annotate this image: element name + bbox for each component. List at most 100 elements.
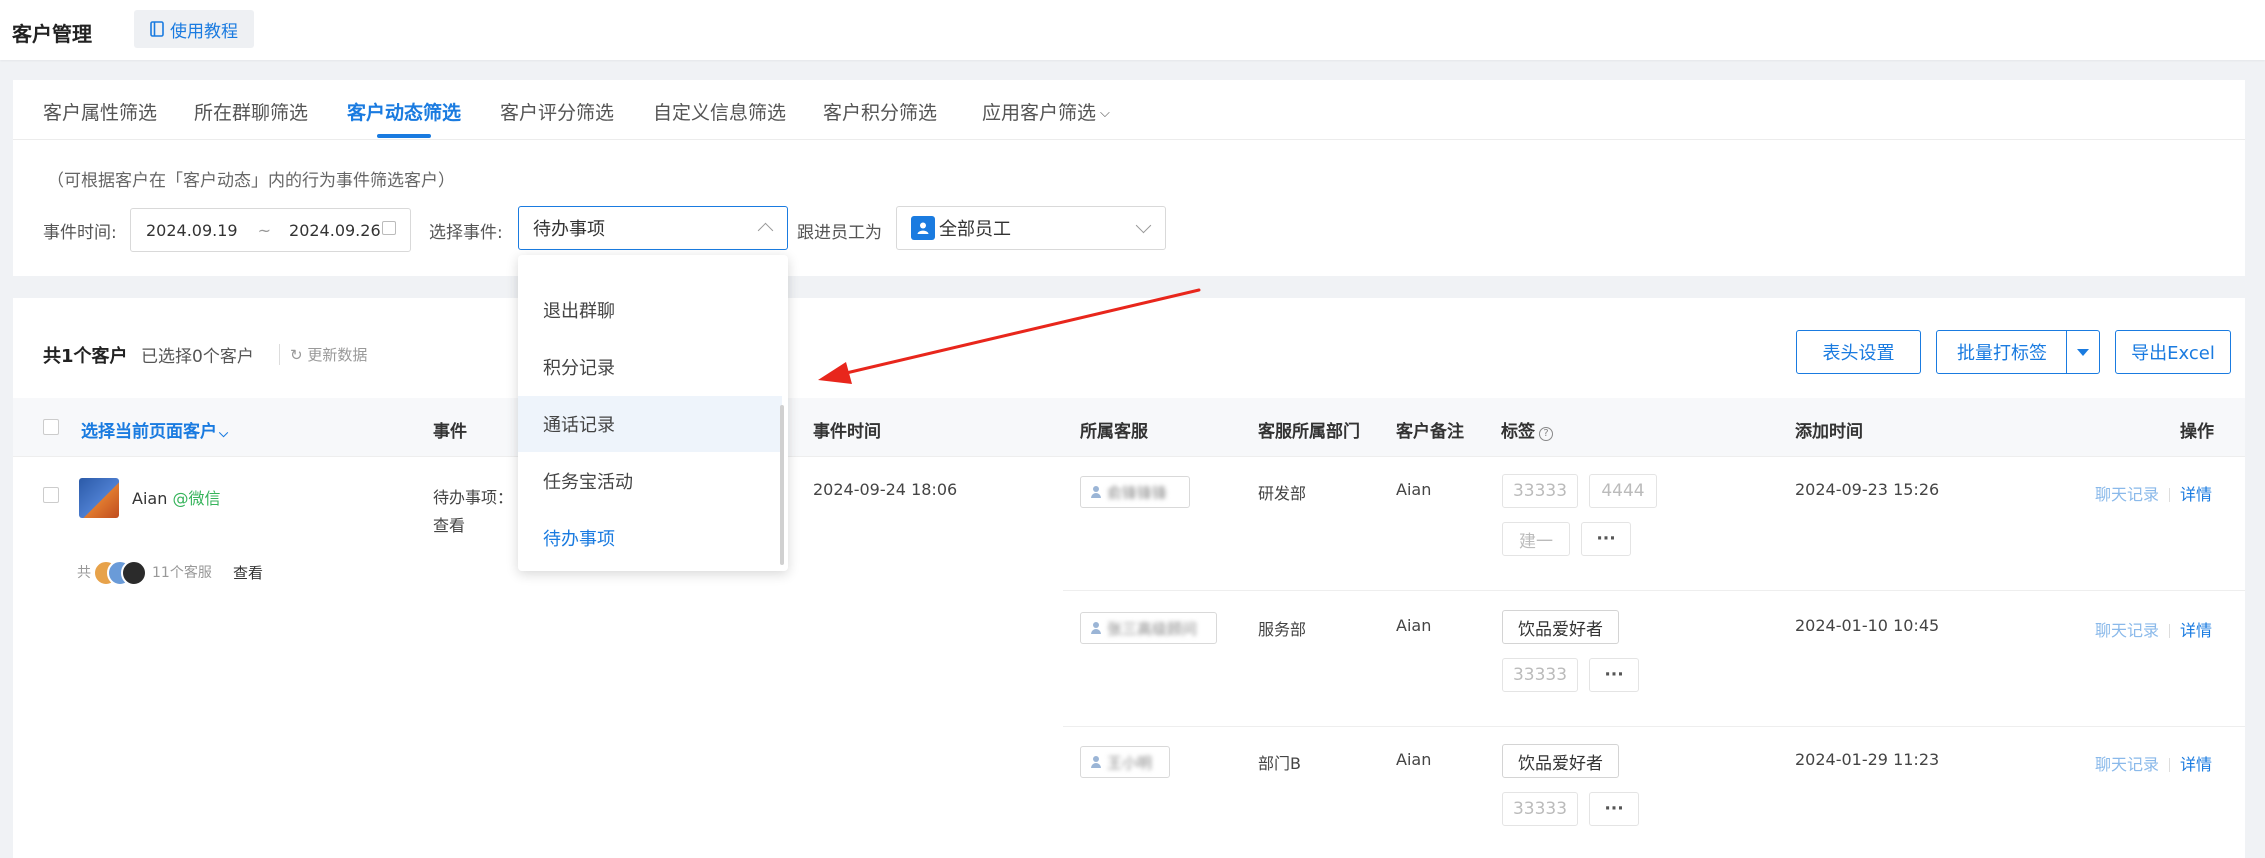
date-separator: ~ bbox=[257, 220, 272, 240]
help-icon[interactable]: ? bbox=[1539, 427, 1553, 441]
agents-prefix: 共 bbox=[77, 565, 91, 581]
col-tags-label: 标签 bbox=[1501, 422, 1535, 442]
divider bbox=[2169, 488, 2171, 502]
page-title: 客户管理 bbox=[12, 22, 92, 46]
tutorial-label: 使用教程 bbox=[170, 21, 238, 42]
tab-app-customer-label: 应用客户筛选 bbox=[982, 102, 1097, 124]
more-tags-button[interactable]: ··· bbox=[1589, 792, 1639, 826]
export-excel-button[interactable]: 导出Excel bbox=[2115, 330, 2231, 374]
detail-link[interactable]: 详情 bbox=[2180, 755, 2212, 774]
dept-value: 服务部 bbox=[1258, 620, 1307, 639]
col-tags: 标签? bbox=[1501, 417, 1553, 442]
event-option-call-record[interactable]: 通话记录 bbox=[518, 396, 782, 452]
row-divider bbox=[1063, 590, 2245, 591]
event-option-quit-group[interactable]: 退出群聊 bbox=[518, 282, 782, 338]
remark-value: Aian bbox=[1396, 750, 1432, 769]
customer-tag: 33333 bbox=[1502, 658, 1578, 692]
customer-tag: 4444 bbox=[1589, 474, 1657, 508]
tab-custom-info[interactable]: 自定义信息筛选 bbox=[653, 98, 786, 125]
selected-count: 已选择0个客户 bbox=[141, 347, 254, 367]
remark-value: Aian bbox=[1396, 480, 1432, 499]
caret-down-icon bbox=[2077, 348, 2089, 356]
detail-link[interactable]: 详情 bbox=[2180, 485, 2212, 504]
dropdown-scrollbar[interactable] bbox=[780, 405, 784, 565]
tab-customer-attributes[interactable]: 客户属性筛选 bbox=[43, 98, 157, 125]
event-select-label: 选择事件: bbox=[429, 223, 503, 243]
dept-value: 部门B bbox=[1258, 754, 1301, 773]
more-tags-button[interactable]: ··· bbox=[1589, 658, 1639, 692]
filter-card: 客户属性筛选 所在群聊筛选 客户动态筛选 客户评分筛选 自定义信息筛选 客户积分… bbox=[13, 80, 2245, 276]
row-actions: 聊天记录 详情 bbox=[2095, 481, 2212, 505]
event-view-link[interactable]: 查看 bbox=[433, 512, 465, 536]
refresh-data-button[interactable]: ↻ 更新数据 bbox=[279, 344, 367, 365]
header-settings-button[interactable]: 表头设置 bbox=[1796, 330, 1921, 374]
agent-name: 张三高级顾问 bbox=[1107, 619, 1198, 638]
person-icon bbox=[1091, 486, 1101, 498]
select-page-customers[interactable]: 选择当前页面客户 ⌵ bbox=[81, 417, 228, 442]
customer-tag: 建一 bbox=[1502, 522, 1570, 556]
col-ops: 操作 bbox=[2180, 422, 2214, 442]
user-icon bbox=[911, 216, 935, 240]
tab-customer-points[interactable]: 客户积分筛选 bbox=[823, 98, 937, 125]
customer-avatar bbox=[79, 478, 119, 518]
tab-app-customer[interactable]: 应用客户筛选 ⌵ bbox=[982, 98, 1110, 125]
agent-tag: 俞锋锋锋 bbox=[1080, 476, 1190, 508]
row-divider bbox=[1063, 726, 2245, 727]
person-icon bbox=[1091, 622, 1101, 634]
col-remark: 客户备注 bbox=[1396, 422, 1464, 442]
divider bbox=[2169, 624, 2171, 638]
date-start: 2024.09.19 bbox=[146, 220, 238, 240]
event-option-points-record[interactable]: 积分记录 bbox=[518, 339, 782, 395]
remark-value: Aian bbox=[1396, 616, 1432, 635]
customer-name: Aian bbox=[132, 489, 168, 508]
detail-link[interactable]: 详情 bbox=[2180, 621, 2212, 640]
event-dropdown: 退出群聊 积分记录 通话记录 任务宝活动 待办事项 bbox=[518, 255, 788, 571]
event-option-task-activity[interactable]: 任务宝活动 bbox=[518, 453, 782, 509]
divider bbox=[2169, 758, 2171, 772]
tutorial-button[interactable]: 使用教程 bbox=[134, 10, 254, 48]
agent-avatar bbox=[121, 560, 147, 586]
col-event: 事件 bbox=[433, 422, 467, 442]
col-agent: 所属客服 bbox=[1080, 422, 1148, 442]
staff-select-value: 全部员工 bbox=[939, 219, 1011, 240]
chat-history-link[interactable]: 聊天记录 bbox=[2095, 621, 2159, 640]
customer-source: @微信 bbox=[172, 489, 221, 508]
top-bar: 客户管理 使用教程 bbox=[0, 0, 2265, 60]
customer-name-block[interactable]: Aian @微信 bbox=[132, 485, 220, 509]
customer-tag: 33333 bbox=[1502, 474, 1578, 508]
event-option-todo[interactable]: 待办事项 bbox=[518, 510, 782, 566]
follow-staff-label: 跟进员工为 bbox=[797, 223, 882, 243]
refresh-icon: ↻ bbox=[290, 346, 303, 364]
agent-tag: 王小明 bbox=[1080, 746, 1170, 778]
tab-group-chat[interactable]: 所在群聊筛选 bbox=[194, 98, 308, 125]
date-range-picker[interactable]: 2024.09.19 ~ 2024.09.26 bbox=[130, 208, 411, 252]
select-all-checkbox[interactable] bbox=[43, 419, 59, 435]
staff-select[interactable]: 全部员工 bbox=[896, 206, 1166, 250]
customer-list-card: 共1个客户 已选择0个客户 ↻ 更新数据 表头设置 批量打标签 导出Excel … bbox=[13, 298, 2245, 858]
chat-history-link[interactable]: 聊天记录 bbox=[2095, 485, 2159, 504]
agents-view-link[interactable]: 查看 bbox=[233, 562, 263, 583]
more-tags-button[interactable]: ··· bbox=[1581, 522, 1631, 556]
chevron-down-icon bbox=[1135, 217, 1152, 234]
refresh-label: 更新数据 bbox=[307, 346, 368, 364]
batch-tag-dropdown-toggle[interactable] bbox=[2066, 331, 2099, 373]
batch-tag-label: 批量打标签 bbox=[1957, 343, 2047, 364]
tab-customer-activity[interactable]: 客户动态筛选 bbox=[347, 98, 461, 125]
row-checkbox[interactable] bbox=[43, 487, 59, 503]
chat-history-link[interactable]: 聊天记录 bbox=[2095, 755, 2159, 774]
event-select-value: 待办事项 bbox=[533, 219, 605, 240]
added-time: 2024-01-29 11:23 bbox=[1795, 750, 1940, 769]
person-icon bbox=[1091, 756, 1101, 768]
batch-tag-button[interactable]: 批量打标签 bbox=[1936, 330, 2100, 374]
event-time-value: 2024-09-24 18:06 bbox=[813, 480, 958, 499]
agent-name: 王小明 bbox=[1107, 753, 1153, 772]
row-actions: 聊天记录 详情 bbox=[2095, 751, 2212, 775]
table-header: 选择当前页面客户 ⌵ 事件 事件时间 所属客服 客服所属部门 客户备注 标签? 添… bbox=[13, 398, 2245, 457]
chevron-up-icon bbox=[757, 222, 774, 239]
event-select[interactable]: 待办事项 bbox=[518, 206, 788, 250]
agents-count: 11个客服 bbox=[152, 565, 212, 581]
agent-tag: 张三高级顾问 bbox=[1080, 612, 1217, 644]
row-actions: 聊天记录 详情 bbox=[2095, 617, 2212, 641]
tab-customer-score[interactable]: 客户评分筛选 bbox=[500, 98, 614, 125]
customer-tag: 33333 bbox=[1502, 792, 1578, 826]
